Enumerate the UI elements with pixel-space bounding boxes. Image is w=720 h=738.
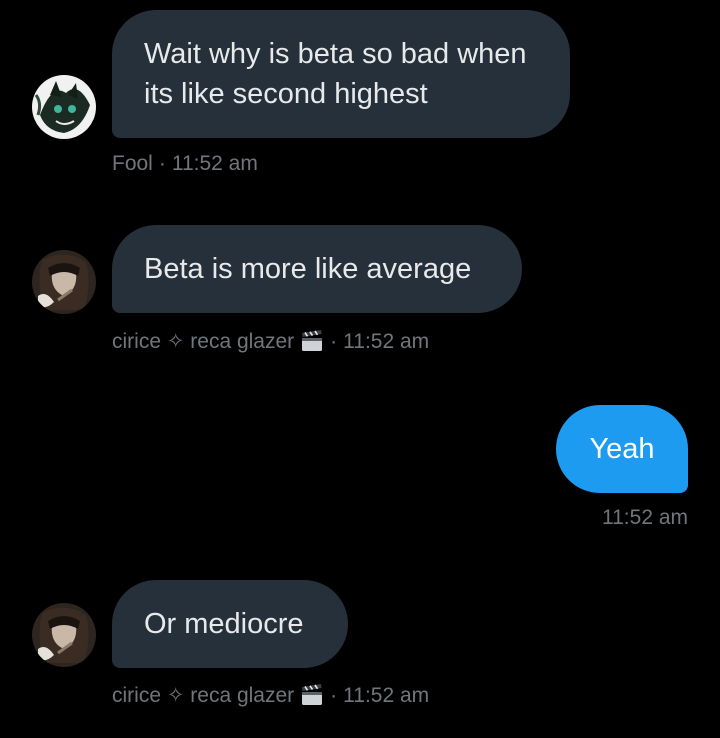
sender-name[interactable]: cirice ✧ reca glazer [112,684,294,707]
avatar-fool[interactable] [32,75,96,139]
separator: · [330,684,338,707]
timestamp: 11:52 am [343,684,430,707]
message-text: Beta is more like average [144,253,472,285]
separator: · [330,330,338,353]
sender-name[interactable]: cirice ✧ reca glazer [112,330,294,353]
avatar-cirice[interactable] [32,250,96,314]
message-meta: Fool · 11:52 am [112,150,258,178]
message-text: Yeah [589,433,655,465]
message-bubble[interactable]: Or mediocre [112,580,348,668]
avatar-cirice[interactable] [32,603,96,667]
timestamp: 11:52 am [171,152,258,175]
sender-name[interactable]: Fool [112,152,153,175]
avatar-image [32,250,96,314]
avatar-image [32,75,96,139]
message-meta: cirice ✧ reca glazer · 11:52 am [112,682,429,714]
message-bubble-own[interactable]: Yeah [556,405,688,493]
message-bubble[interactable]: Wait why is beta so bad when its like se… [112,10,570,138]
timestamp: 11:52 am [343,330,430,353]
message-text: Wait why is beta so bad when its like se… [144,38,527,110]
clapperboard-icon [300,330,324,360]
message-meta: cirice ✧ reca glazer · 11:52 am [112,328,429,360]
avatar-image [32,603,96,667]
clapperboard-icon [300,684,324,714]
timestamp: 11:52 am [602,506,688,529]
message-meta: 11:52 am [602,504,688,532]
message-bubble[interactable]: Beta is more like average [112,225,522,313]
separator: · [158,152,166,175]
message-text: Or mediocre [144,608,304,640]
